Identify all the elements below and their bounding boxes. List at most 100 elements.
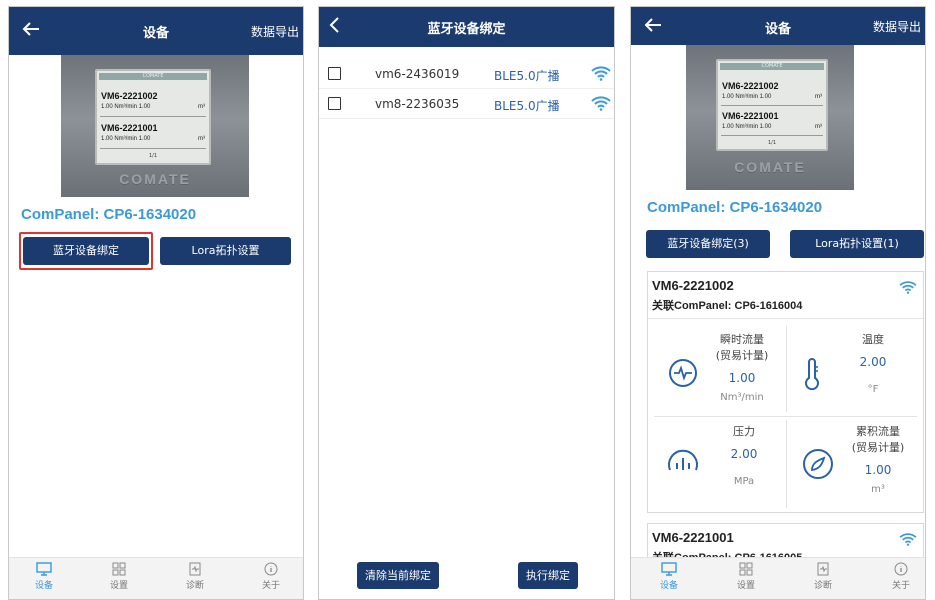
- lcd-entry-unit: m³: [815, 94, 822, 100]
- bluetooth-bind-screen: 蓝牙设备绑定 vm6-2436019 BLE5.0广播 vm8-2236035 …: [318, 6, 615, 600]
- lcd-divider: [100, 116, 206, 117]
- device-screen: 设备 数据导出 COMATE VM6-2221002 1.00 Nm³/min …: [8, 6, 304, 600]
- metric-unit: °F: [867, 384, 879, 395]
- device-id: VM6-2221001: [652, 530, 734, 545]
- companel-label: ComPanel: CP6-1634020: [647, 199, 823, 216]
- lcd-divider: [721, 135, 823, 136]
- lcd-entry-id: VM6-2221002: [101, 91, 158, 101]
- tab-about[interactable]: 关于: [251, 562, 291, 591]
- total-flow-metric: 累积流量 (贸易计量) 1.00 m³: [838, 424, 918, 498]
- divider: [654, 416, 917, 417]
- checkbox[interactable]: [328, 67, 341, 80]
- metric-unit: MPa: [733, 476, 755, 487]
- lcd-entry-id: VM6-2221001: [101, 123, 158, 133]
- lcd-entry-unit: m³: [815, 124, 822, 130]
- lcd-entry-unit: m³: [198, 104, 205, 110]
- top-bar: 设备 数据导出: [9, 7, 303, 55]
- execute-binding-button[interactable]: 执行绑定: [518, 562, 578, 589]
- pulse-icon: [669, 359, 697, 387]
- metric-value: 1.00: [864, 463, 892, 477]
- lcd-divider: [100, 148, 206, 149]
- lcd-entry-values: 1.00 Nm³/min 1.00: [722, 124, 772, 130]
- info-icon: [264, 562, 278, 576]
- device-screen-bound: 设备 数据导出 COMATE VM6-2221002 1.00 Nm³/min …: [630, 6, 926, 600]
- info-icon: [894, 562, 908, 576]
- device-name: vm6-2436019: [375, 67, 460, 81]
- top-bar: 蓝牙设备绑定: [319, 7, 614, 47]
- companel-label: ComPanel: CP6-1634020: [21, 206, 197, 223]
- monitor-icon: [661, 562, 677, 576]
- metric-value: 2.00: [730, 447, 758, 461]
- tab-device[interactable]: 设备: [649, 562, 689, 591]
- total-flow-icon: [803, 449, 833, 479]
- export-data-button[interactable]: 数据导出: [873, 18, 921, 35]
- diagnose-icon: [817, 562, 829, 576]
- lcd-entry-id: VM6-2221001: [722, 111, 779, 121]
- diagnose-icon: [189, 562, 201, 576]
- metric-unit: m³: [871, 484, 885, 495]
- device-brand-logo: COMATE: [119, 171, 191, 187]
- tab-label: 诊断: [185, 581, 204, 591]
- tab-diagnose[interactable]: 诊断: [175, 562, 215, 591]
- list-item[interactable]: vm6-2436019 BLE5.0广播: [319, 59, 614, 89]
- metric-unit: Nm³/min: [720, 392, 764, 403]
- metric-value: 1.00: [728, 371, 756, 385]
- divider: [786, 420, 787, 508]
- tab-label: 设备: [34, 581, 53, 591]
- lcd-page: 1/1: [148, 153, 158, 159]
- device-id: VM6-2221002: [652, 278, 734, 293]
- metric-value: 2.00: [859, 355, 887, 369]
- monitor-icon: [36, 562, 52, 576]
- divider: [786, 326, 787, 412]
- metric-label: 压力: [733, 425, 755, 438]
- metric-sublabel: (贸易计量): [851, 441, 905, 454]
- tab-label: 诊断: [813, 581, 832, 591]
- metric-label: 瞬时流量: [720, 333, 764, 346]
- lcd-entry-values: 1.00 Nm³/min 1.00: [101, 136, 151, 142]
- tab-label: 关于: [261, 581, 280, 591]
- grid-icon: [739, 562, 753, 576]
- pressure-metric: 压力 2.00 MPa: [704, 424, 784, 490]
- tab-settings[interactable]: 设置: [99, 562, 139, 591]
- lcd-page: 1/1: [767, 140, 777, 146]
- lcd-entry-values: 1.00 Nm³/min 1.00: [101, 104, 151, 110]
- temperature-metric: 温度 2.00 °F: [838, 332, 908, 398]
- export-data-button[interactable]: 数据导出: [251, 23, 299, 40]
- tab-diagnose[interactable]: 诊断: [803, 562, 843, 591]
- metric-label: 累积流量: [856, 425, 900, 438]
- tab-settings[interactable]: 设置: [726, 562, 766, 591]
- bluetooth-bind-button[interactable]: 蓝牙设备绑定(3): [646, 230, 770, 258]
- clear-binding-button[interactable]: 清除当前绑定: [357, 562, 439, 589]
- bottom-tab-bar: 设备 设置 诊断 关于: [631, 557, 925, 599]
- device-brand-logo: COMATE: [734, 159, 806, 175]
- tab-label: 关于: [891, 581, 910, 591]
- flow-metric: 瞬时流量 (贸易计量) 1.00 Nm³/min: [702, 332, 782, 406]
- lora-settings-button[interactable]: Lora拓扑设置: [160, 237, 291, 265]
- grid-icon: [112, 562, 126, 576]
- lcd-brand: COMATE: [99, 73, 207, 80]
- lcd-entry-values: 1.00 Nm³/min 1.00: [722, 94, 772, 100]
- device-photo: COMATE VM6-2221002 1.00 Nm³/min 1.00 m³ V…: [61, 55, 249, 197]
- tab-device[interactable]: 设备: [24, 562, 64, 591]
- top-bar: 设备 数据导出: [631, 7, 925, 45]
- page-title: 蓝牙设备绑定: [427, 22, 506, 37]
- device-lcd: COMATE VM6-2221002 1.00 Nm³/min 1.00 m³ V…: [716, 59, 828, 151]
- tab-label: 设置: [736, 581, 755, 591]
- lcd-entry-id: VM6-2221002: [722, 81, 779, 91]
- tab-about[interactable]: 关于: [881, 562, 921, 591]
- metric-label: 温度: [862, 333, 884, 346]
- checkbox[interactable]: [328, 97, 341, 110]
- list-item[interactable]: vm8-2236035 BLE5.0广播: [319, 89, 614, 119]
- wifi-signal-icon: [591, 66, 611, 81]
- wifi-signal-icon: [899, 533, 917, 546]
- wifi-signal-icon: [899, 281, 917, 294]
- device-card[interactable]: VM6-2221002 关联ComPanel: CP6-1616004 瞬时流量…: [647, 271, 924, 513]
- device-name: vm8-2236035: [375, 97, 460, 111]
- lcd-brand: COMATE: [720, 63, 824, 70]
- device-protocol: BLE5.0广播: [494, 69, 560, 83]
- bottom-tab-bar: 设备 设置 诊断 关于: [9, 557, 303, 599]
- wifi-signal-icon: [591, 96, 611, 111]
- linked-companel: 关联ComPanel: CP6-1616004: [652, 300, 803, 312]
- divider: [648, 318, 923, 319]
- lora-settings-button[interactable]: Lora拓扑设置(1): [790, 230, 924, 258]
